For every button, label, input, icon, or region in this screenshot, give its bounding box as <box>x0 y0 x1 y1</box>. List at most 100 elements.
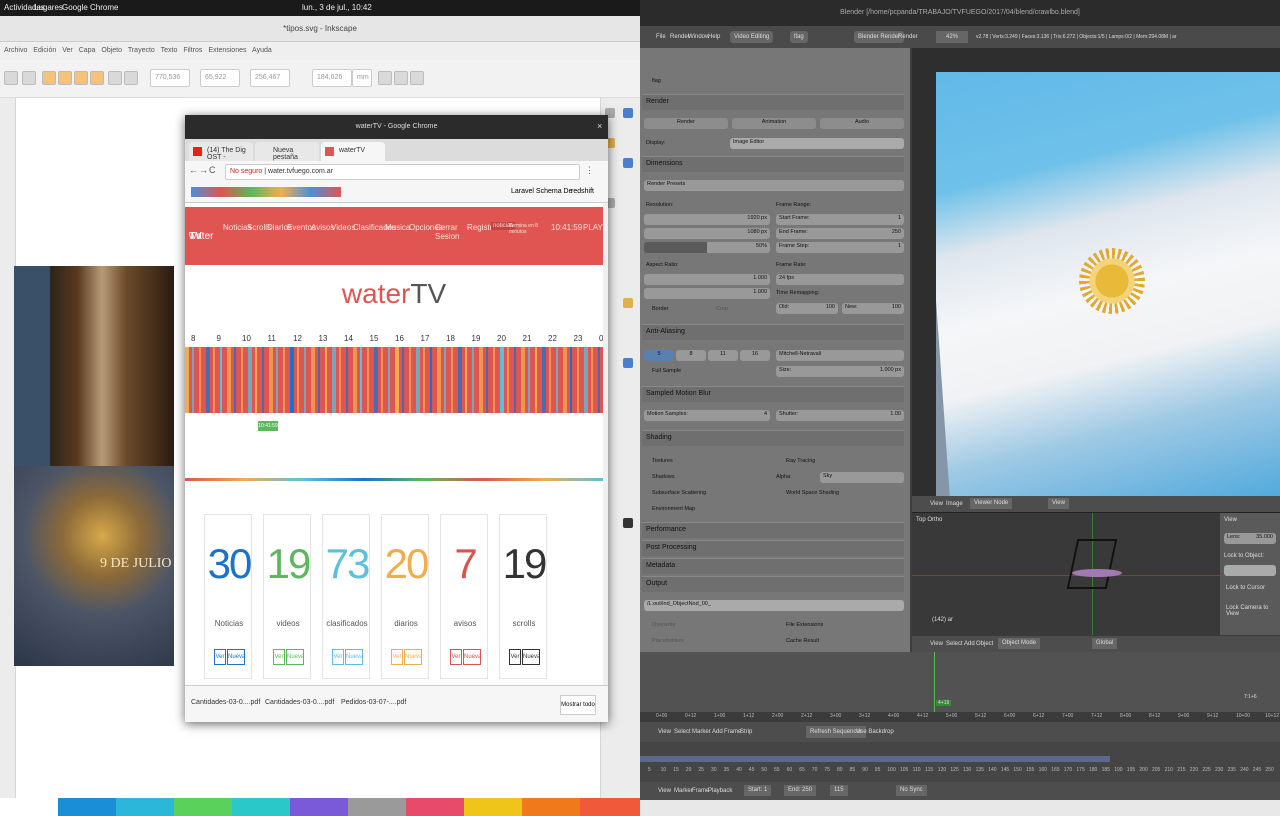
move-gradients-icon[interactable] <box>410 71 424 85</box>
schedule-block[interactable] <box>500 347 504 413</box>
bookmark-icons[interactable] <box>191 187 341 197</box>
end-frame-field[interactable]: End Frame: 250 <box>776 228 904 239</box>
schedule-block[interactable] <box>570 347 572 413</box>
view-button[interactable]: Ver <box>214 649 226 665</box>
new-button[interactable]: Nueva <box>227 649 245 665</box>
menu-icon[interactable]: ⋮ <box>585 165 594 176</box>
schedule-block[interactable] <box>395 347 399 413</box>
color-palette[interactable] <box>0 798 640 816</box>
bookmark-laravel[interactable]: Laravel Schema De <box>511 188 572 195</box>
zoom-tool-icon[interactable] <box>623 298 633 308</box>
schedule-block[interactable] <box>234 347 236 413</box>
schedule-block[interactable] <box>227 347 231 413</box>
res-y-field[interactable]: 1080 px <box>644 228 770 239</box>
schedule-block[interactable] <box>255 347 257 413</box>
schedule-block[interactable] <box>332 347 336 413</box>
rotate-cw-icon[interactable] <box>58 71 72 85</box>
orientation-select[interactable]: Global <box>1092 638 1118 649</box>
frame-step-field[interactable]: Frame Step: 1 <box>776 242 904 253</box>
aa-size-field[interactable]: Size: 1.000 px <box>776 366 904 377</box>
schedule-block[interactable] <box>199 347 201 413</box>
width-field[interactable]: 256,467 <box>250 69 290 87</box>
envmap-checkbox[interactable]: Environment Map <box>652 506 695 512</box>
schedule-block[interactable] <box>297 347 299 413</box>
schedule-block[interactable] <box>521 347 525 413</box>
full-sample-checkbox[interactable]: Full Sample <box>652 368 681 374</box>
menu-filtros[interactable]: Filtros <box>183 47 202 54</box>
schedule-block[interactable] <box>248 347 252 413</box>
schedule-block[interactable] <box>241 347 243 413</box>
lock-camera-checkbox[interactable]: Lock Camera to View <box>1226 605 1280 617</box>
schedule-block[interactable] <box>556 347 558 413</box>
pencil-tool-icon[interactable] <box>623 358 633 368</box>
np-view-header[interactable]: View <box>1224 517 1237 523</box>
nav-play[interactable]: PLAY <box>583 223 603 232</box>
start-frame-field[interactable]: Start Frame: 1 <box>776 214 904 225</box>
unit-select[interactable]: mm <box>352 69 372 87</box>
ie-view-select[interactable]: View <box>1048 498 1069 509</box>
aa-5[interactable]: 5 <box>644 350 674 361</box>
schedule-block[interactable] <box>374 347 378 413</box>
panel-metadata[interactable]: Metadata <box>642 558 904 574</box>
panel-anti-aliasing[interactable]: Anti-Aliasing <box>642 324 904 340</box>
tl-menu-frame[interactable]: Frame <box>692 782 709 800</box>
render-button[interactable]: Render <box>644 118 728 129</box>
rotate-icon[interactable] <box>42 71 56 85</box>
schedule-block[interactable] <box>276 347 278 413</box>
nav-logo[interactable]: water TV <box>189 231 213 242</box>
y-field[interactable]: 65,922 <box>200 69 240 87</box>
new-button[interactable]: Nueva <box>345 649 363 665</box>
schedule-block[interactable] <box>353 347 357 413</box>
text-tool-icon[interactable] <box>623 518 633 528</box>
textures-checkbox[interactable]: Textures <box>652 458 673 464</box>
vp-menu-select[interactable]: Select <box>946 636 963 652</box>
menu-ayuda[interactable]: Ayuda <box>252 47 272 54</box>
schedule-block[interactable] <box>220 347 222 413</box>
schedule-block[interactable] <box>507 347 509 413</box>
schedule-block[interactable] <box>409 347 411 413</box>
schedule-block[interactable] <box>388 347 390 413</box>
tl-menu-view[interactable]: View <box>658 782 671 800</box>
download-item[interactable]: Cantidades-03-0....pdf <box>265 699 334 706</box>
view-button[interactable]: Ver <box>332 649 344 665</box>
schedule-block[interactable] <box>192 347 194 413</box>
new-button[interactable]: Nueva <box>286 649 304 665</box>
mode-select[interactable]: Object Mode <box>998 638 1041 649</box>
seq-menu-frame[interactable]: Frame <box>724 722 741 742</box>
panel-output[interactable]: Output <box>642 576 904 592</box>
schedule-block[interactable] <box>283 347 285 413</box>
panel-render[interactable]: Render <box>642 94 904 110</box>
tl-menu-playback[interactable]: Playback <box>708 782 732 800</box>
schedule-block[interactable] <box>598 347 600 413</box>
start-frame[interactable]: Start: 1 <box>744 785 772 796</box>
menu-capa[interactable]: Capa <box>79 47 96 54</box>
flip-h-icon[interactable] <box>74 71 88 85</box>
menu-texto[interactable]: Texto <box>161 47 178 54</box>
schedule-block[interactable] <box>535 347 537 413</box>
nav-cerrar-sesion[interactable]: Cerrar Sesion <box>435 223 461 241</box>
raise-icon[interactable] <box>108 71 122 85</box>
ie-menu-view[interactable]: View <box>930 496 943 512</box>
old-field[interactable]: Old: 100 <box>776 303 838 314</box>
bookmark-redshift[interactable]: redshift <box>571 188 594 195</box>
schedule-block[interactable] <box>486 347 488 413</box>
schedule-block[interactable] <box>290 347 294 413</box>
schedule-block[interactable] <box>304 347 306 413</box>
engine-select[interactable]: Blender Render <box>854 31 905 43</box>
schedule-block[interactable] <box>367 347 369 413</box>
schedule-block[interactable] <box>360 347 362 413</box>
schedule-block[interactable] <box>185 347 189 413</box>
fps-select[interactable]: 24 fps <box>776 274 904 285</box>
schedule-block[interactable] <box>591 347 593 413</box>
menu-archivo[interactable]: Archivo <box>4 47 27 54</box>
current-frame[interactable]: 115 <box>830 785 848 796</box>
aspect-x-field[interactable]: 1.000 <box>644 274 770 285</box>
view-button[interactable]: Ver <box>391 649 403 665</box>
placeholders-checkbox[interactable]: Placeholders <box>652 638 684 644</box>
schedule-block[interactable] <box>514 347 516 413</box>
forward-icon[interactable]: → <box>199 165 208 175</box>
lock-object-field[interactable] <box>1224 565 1276 576</box>
schedule-block[interactable] <box>437 347 441 413</box>
places-menu[interactable]: Lugares <box>34 3 63 12</box>
schedule-block[interactable] <box>269 347 273 413</box>
